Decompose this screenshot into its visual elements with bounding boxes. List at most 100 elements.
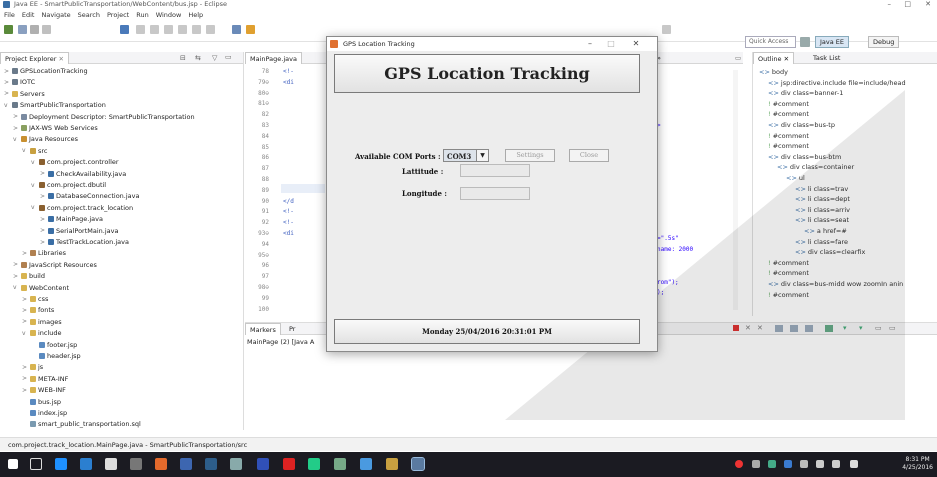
chevron-down-icon[interactable]: v [31, 204, 37, 211]
print-icon[interactable] [42, 25, 51, 34]
chevron-down-icon[interactable]: v [13, 284, 19, 291]
step-into-icon[interactable] [178, 25, 187, 34]
taskbar-app-icon-7[interactable] [257, 458, 269, 470]
tree-item[interactable]: index.jsp [22, 408, 67, 418]
dialog-close-icon[interactable]: ✕ [627, 37, 645, 51]
tree-item[interactable]: v src [22, 146, 48, 156]
chevron-down-icon[interactable]: v [31, 159, 37, 166]
tree-item[interactable]: v com.project.controller [31, 157, 119, 167]
tree-item[interactable]: v SmartPublicTransportation [4, 100, 106, 110]
tab-markers[interactable]: Markers [245, 323, 281, 335]
step-return-icon[interactable] [206, 25, 215, 34]
tree-item[interactable]: v Java Resources [13, 134, 78, 144]
menu-item-window[interactable]: Window [156, 11, 182, 19]
chevron-right-icon[interactable]: > [13, 273, 19, 280]
menu-item-navigate[interactable]: Navigate [41, 11, 70, 19]
chevron-down-icon[interactable]: v [22, 330, 28, 337]
save-icon[interactable] [18, 25, 27, 34]
outline-node[interactable]: <> jsp:directive.include file=include/hea… [768, 79, 906, 87]
tree-item[interactable]: > META-INF [22, 374, 68, 384]
tray-icon-1[interactable] [735, 460, 743, 468]
chevron-right-icon[interactable]: > [40, 193, 46, 200]
chevron-right-icon[interactable]: > [40, 239, 46, 246]
latitude-field[interactable] [460, 164, 530, 177]
taskbar-app-icon-5[interactable] [205, 458, 217, 470]
toolbar-dropdown-icon[interactable] [662, 25, 671, 34]
tab-project-explorer[interactable]: Project Explorer ✕ [0, 52, 69, 64]
suspend-icon[interactable] [150, 25, 159, 34]
resume-icon[interactable] [136, 25, 145, 34]
chevron-right-icon[interactable]: > [13, 113, 19, 120]
chevron-down-icon[interactable]: ▼ [476, 150, 488, 161]
tree-item[interactable]: > SerialPortMain.java [40, 226, 118, 236]
store-icon[interactable] [105, 458, 117, 470]
tree-item[interactable]: > CheckAvailability.java [40, 169, 126, 179]
taskbar-app-icon-2[interactable] [130, 458, 142, 470]
chrome-icon[interactable] [308, 458, 320, 470]
dialog-maximize-icon[interactable]: □ [602, 37, 620, 51]
run-config-icon[interactable] [246, 25, 255, 34]
chevron-right-icon[interactable]: > [4, 68, 10, 75]
perspective-javaee[interactable]: Java EE [815, 36, 850, 48]
debug-icon[interactable] [120, 25, 129, 34]
tree-item[interactable]: v include [22, 328, 62, 338]
tree-item[interactable]: > MainPage.java [40, 214, 103, 224]
new-icon[interactable] [4, 25, 13, 34]
tree-item[interactable]: > Deployment Descriptor: SmartPublicTrans… [13, 112, 195, 122]
taskbar-app-icon-9[interactable] [334, 458, 346, 470]
battery-icon[interactable] [816, 460, 824, 468]
close-button[interactable]: Close [569, 149, 609, 162]
tree-item[interactable]: > Servers [4, 89, 45, 99]
quick-access-input[interactable]: Quick Access [745, 36, 796, 48]
view-menu-icon[interactable]: ▽ [212, 54, 217, 62]
tree-item[interactable]: > JavaScript Resources [13, 260, 97, 270]
longitude-field[interactable] [460, 187, 530, 200]
save-all-icon[interactable] [30, 25, 39, 34]
menu-item-edit[interactable]: Edit [22, 11, 35, 19]
tab-outline[interactable]: Outline ✕ [753, 52, 795, 64]
step-over-icon[interactable] [192, 25, 201, 34]
task-view-icon[interactable] [30, 458, 42, 470]
com-port-select[interactable]: COM3 ▼ [443, 149, 489, 162]
tree-item[interactable]: v com.project.dbutil [31, 180, 106, 190]
tree-item[interactable]: > js [22, 362, 43, 372]
taskbar-app-icon-1[interactable] [80, 458, 92, 470]
tree-item[interactable]: > DatabaseConnection.java [40, 191, 139, 201]
chevron-right-icon[interactable]: > [22, 307, 28, 314]
chevron-right-icon[interactable]: > [4, 79, 10, 86]
tree-item[interactable]: smart_public_transportation.sql [22, 419, 141, 429]
gps-heading-button[interactable]: GPS Location Tracking [334, 54, 640, 93]
open-perspective-icon[interactable] [800, 37, 810, 47]
java-app-taskbar-icon[interactable] [411, 457, 425, 471]
eclipse-taskbar-icon[interactable] [386, 458, 398, 470]
tree-item[interactable]: > build [13, 271, 45, 281]
menu-item-file[interactable]: File [4, 11, 15, 19]
chevron-right-icon[interactable]: > [4, 90, 10, 97]
chevron-right-icon[interactable]: > [22, 296, 28, 303]
tab-properties[interactable]: Pr [285, 323, 299, 335]
taskbar-app-icon-8[interactable] [283, 458, 295, 470]
tray-icon-4[interactable] [784, 460, 792, 468]
taskbar-app-icon-3[interactable] [155, 458, 167, 470]
tree-item[interactable]: header.jsp [31, 351, 81, 361]
tray-icon-2[interactable] [752, 460, 760, 468]
tree-item[interactable]: > WEB-INF [22, 385, 66, 395]
tray-icon-3[interactable] [768, 460, 776, 468]
chevron-right-icon[interactable]: > [40, 170, 46, 177]
menu-item-search[interactable]: Search [78, 11, 100, 19]
collapse-all-icon[interactable]: ⊟ [180, 54, 186, 62]
tree-item[interactable]: v WebContent [13, 283, 69, 293]
chevron-right-icon[interactable]: > [40, 216, 46, 223]
minimize-icon[interactable]: – [888, 0, 892, 8]
chevron-right-icon[interactable]: > [40, 227, 46, 234]
tab-mainpage-java[interactable]: MainPage.java [245, 52, 302, 64]
tree-item[interactable]: > css [22, 294, 48, 304]
chevron-right-icon[interactable]: > [22, 364, 28, 371]
tree-item[interactable]: > IOTC [4, 77, 35, 87]
link-editor-icon[interactable]: ⇆ [195, 54, 201, 62]
chevron-down-icon[interactable]: v [13, 136, 19, 143]
menu-item-help[interactable]: Help [188, 11, 203, 19]
volume-icon[interactable] [832, 460, 840, 468]
close-icon[interactable]: ✕ [925, 0, 931, 8]
tree-item[interactable]: > GPSLocationTracking [4, 66, 88, 76]
